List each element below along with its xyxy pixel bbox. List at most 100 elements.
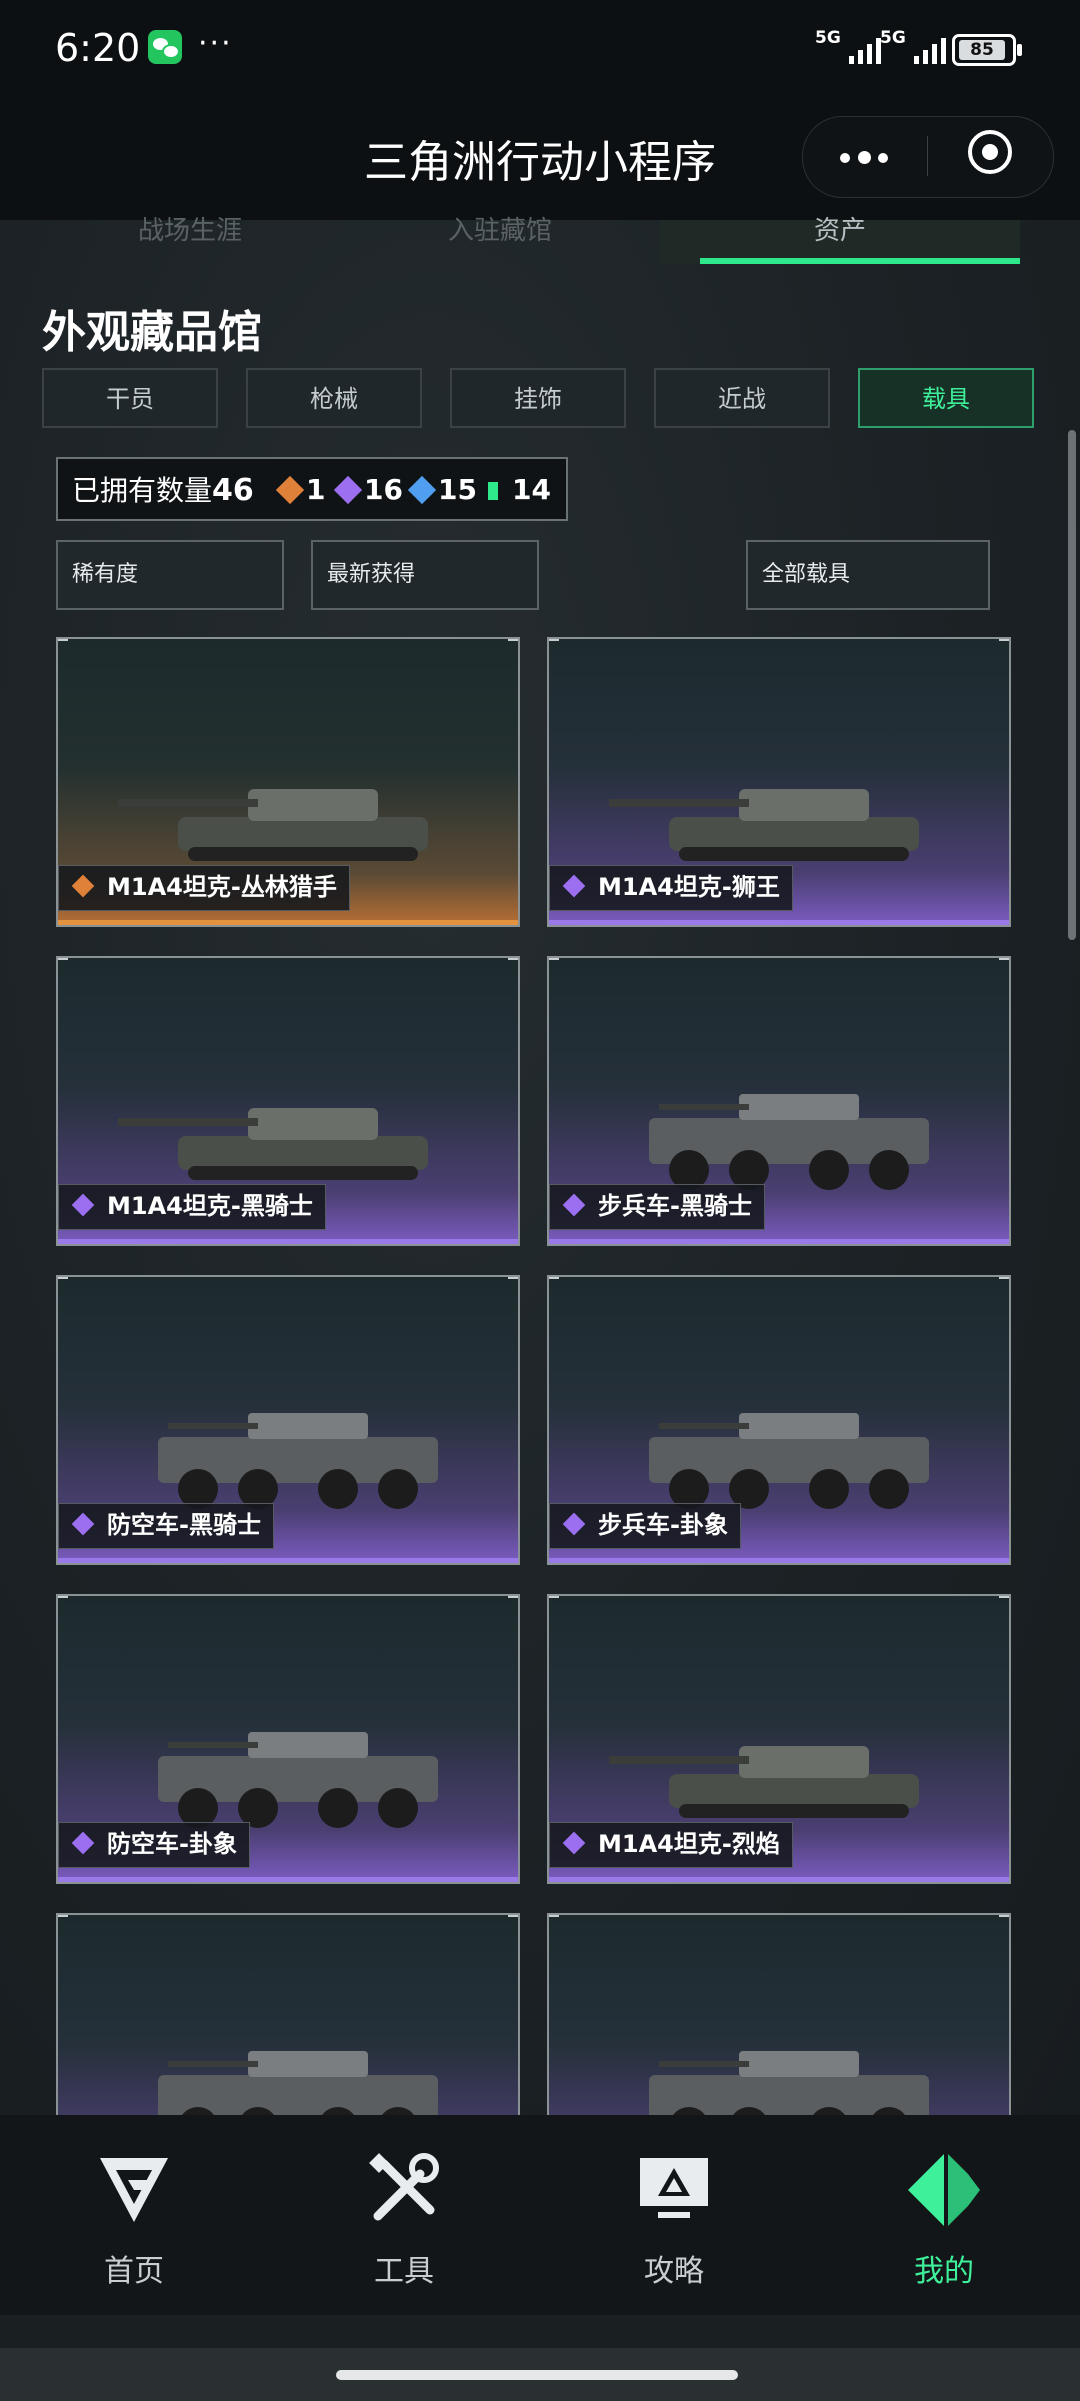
rarity-filter-label: 稀有度 xyxy=(72,562,139,587)
card-corner xyxy=(58,1915,68,1925)
guide-monitor-icon xyxy=(640,2158,708,2218)
rarity-icon xyxy=(562,1831,586,1855)
card-corner xyxy=(549,958,559,968)
green-rarity-icon xyxy=(488,482,498,500)
vehicle-name-label: M1A4坦克-丛林猎手 xyxy=(58,865,350,911)
category-vehicle[interactable]: 载具 xyxy=(858,368,1034,428)
vehicle-image xyxy=(158,1732,438,1828)
section-title: 外观藏品馆 xyxy=(42,307,262,358)
vehicle-type-label: 全部载具 xyxy=(762,562,851,587)
rarity-bar xyxy=(58,1239,518,1244)
vehicle-name-label: 步兵车-卦象 xyxy=(549,1503,741,1549)
wechat-icon xyxy=(148,30,182,64)
owned-label: 已拥有数量46 xyxy=(72,473,254,508)
nav-guide[interactable]: 攻略 xyxy=(574,2150,774,2290)
rarity-bar xyxy=(549,1877,1009,1882)
card-corner xyxy=(549,639,559,649)
card-corner xyxy=(999,958,1009,968)
vehicle-name-label: M1A4坦克-烈焰 xyxy=(549,1822,793,1868)
vehicle-name-label: M1A4坦克-黑骑士 xyxy=(58,1184,326,1230)
vehicle-name: M1A4坦克-丛林猎手 xyxy=(107,873,337,901)
signal-icon: 5G xyxy=(815,28,881,64)
card-corner xyxy=(549,1915,559,1925)
nav-home[interactable]: 首页 xyxy=(34,2150,234,2290)
card-corner xyxy=(999,1915,1009,1925)
rarity-bar xyxy=(549,1558,1009,1563)
profile-logo-icon xyxy=(908,2154,980,2226)
rarity-filter-dropdown[interactable]: 稀有度 xyxy=(56,540,284,610)
owned-green-count: 14 xyxy=(512,473,551,506)
tab-career[interactable]: 战场生涯 xyxy=(40,210,340,250)
sort-label: 最新获得 xyxy=(327,562,416,587)
sort-dropdown[interactable]: 最新获得 xyxy=(311,540,539,610)
nav-home-label: 首页 xyxy=(104,2254,164,2289)
vehicle-name: M1A4坦克-烈焰 xyxy=(598,1830,780,1858)
vehicle-name: 防空车-黑骑士 xyxy=(107,1511,261,1539)
close-target-icon[interactable] xyxy=(968,130,1012,174)
rarity-bar xyxy=(58,1877,518,1882)
card-corner xyxy=(58,1277,68,1287)
card-corner xyxy=(999,1596,1009,1606)
category-operator[interactable]: 干员 xyxy=(42,368,218,428)
card-corner xyxy=(549,1596,559,1606)
vehicle-card[interactable]: M1A4坦克-狮王 xyxy=(547,637,1011,927)
vehicle-card[interactable]: 防空车-黑骑士 xyxy=(56,1275,520,1565)
rarity-icon xyxy=(562,1512,586,1536)
card-corner xyxy=(58,639,68,649)
rarity-bar xyxy=(549,1239,1009,1244)
vehicle-image xyxy=(609,1746,919,1818)
vehicle-name-label: 防空车-卦象 xyxy=(58,1822,250,1868)
card-corner xyxy=(999,1277,1009,1287)
card-corner xyxy=(508,1915,518,1925)
card-corner xyxy=(999,639,1009,649)
vehicle-card[interactable]: 防空车-卦象 xyxy=(56,1594,520,1884)
vehicle-card[interactable]: M1A4坦克-烈焰 xyxy=(547,1594,1011,1884)
nav-profile-label: 我的 xyxy=(914,2254,974,2289)
vehicle-card[interactable]: 步兵车-黑骑士 xyxy=(547,956,1011,1246)
home-indicator[interactable] xyxy=(336,2370,738,2380)
rarity-bar xyxy=(58,920,518,925)
category-charm[interactable]: 挂饰 xyxy=(450,368,626,428)
card-corner xyxy=(508,958,518,968)
vehicle-name: 步兵车-黑骑士 xyxy=(598,1192,752,1220)
rarity-bar xyxy=(58,1558,518,1563)
vehicle-name: M1A4坦克-狮王 xyxy=(598,873,780,901)
nav-tools[interactable]: 工具 xyxy=(304,2150,504,2290)
owned-purple-count: 16 xyxy=(364,473,403,506)
vehicle-image xyxy=(649,1413,929,1509)
rarity-icon xyxy=(71,1193,95,1217)
vehicle-name: 步兵车-卦象 xyxy=(598,1511,728,1539)
owned-total: 46 xyxy=(212,473,254,508)
more-menu-icon[interactable] xyxy=(838,134,894,178)
tab-assets[interactable]: 资产 xyxy=(690,210,990,250)
card-corner xyxy=(508,1596,518,1606)
battery-level: 85 xyxy=(959,40,1005,60)
vehicle-image xyxy=(118,789,428,861)
owned-gold-count: 1 xyxy=(306,473,326,506)
more-notifications-icon: ··· xyxy=(198,26,233,61)
home-logo-icon xyxy=(100,2158,168,2222)
status-time: 6:20 xyxy=(55,26,141,70)
vehicle-card[interactable]: 步兵车-卦象 xyxy=(547,1275,1011,1565)
rarity-icon xyxy=(71,874,95,898)
card-corner xyxy=(58,958,68,968)
vehicle-image xyxy=(649,1094,929,1190)
card-corner xyxy=(58,1596,68,1606)
vehicle-image xyxy=(609,789,919,861)
battery-icon: 85 xyxy=(952,34,1022,66)
vehicle-card[interactable]: M1A4坦克-丛林猎手 xyxy=(56,637,520,927)
nav-tools-label: 工具 xyxy=(374,2254,434,2289)
vehicle-image xyxy=(118,1108,428,1180)
vehicle-name-label: 防空车-黑骑士 xyxy=(58,1503,274,1549)
vehicle-card[interactable]: M1A4坦克-黑骑士 xyxy=(56,956,520,1246)
scrollbar[interactable] xyxy=(1068,430,1076,940)
category-melee[interactable]: 近战 xyxy=(654,368,830,428)
capsule-divider xyxy=(927,136,928,176)
category-weapon[interactable]: 枪械 xyxy=(246,368,422,428)
nav-profile[interactable]: 我的 xyxy=(844,2150,1044,2290)
rarity-icon xyxy=(71,1512,95,1536)
vehicle-name: 防空车-卦象 xyxy=(107,1830,237,1858)
tab-collection[interactable]: 入驻藏馆 xyxy=(360,210,640,250)
vehicle-type-dropdown[interactable]: 全部载具 xyxy=(746,540,990,610)
card-corner xyxy=(508,1277,518,1287)
